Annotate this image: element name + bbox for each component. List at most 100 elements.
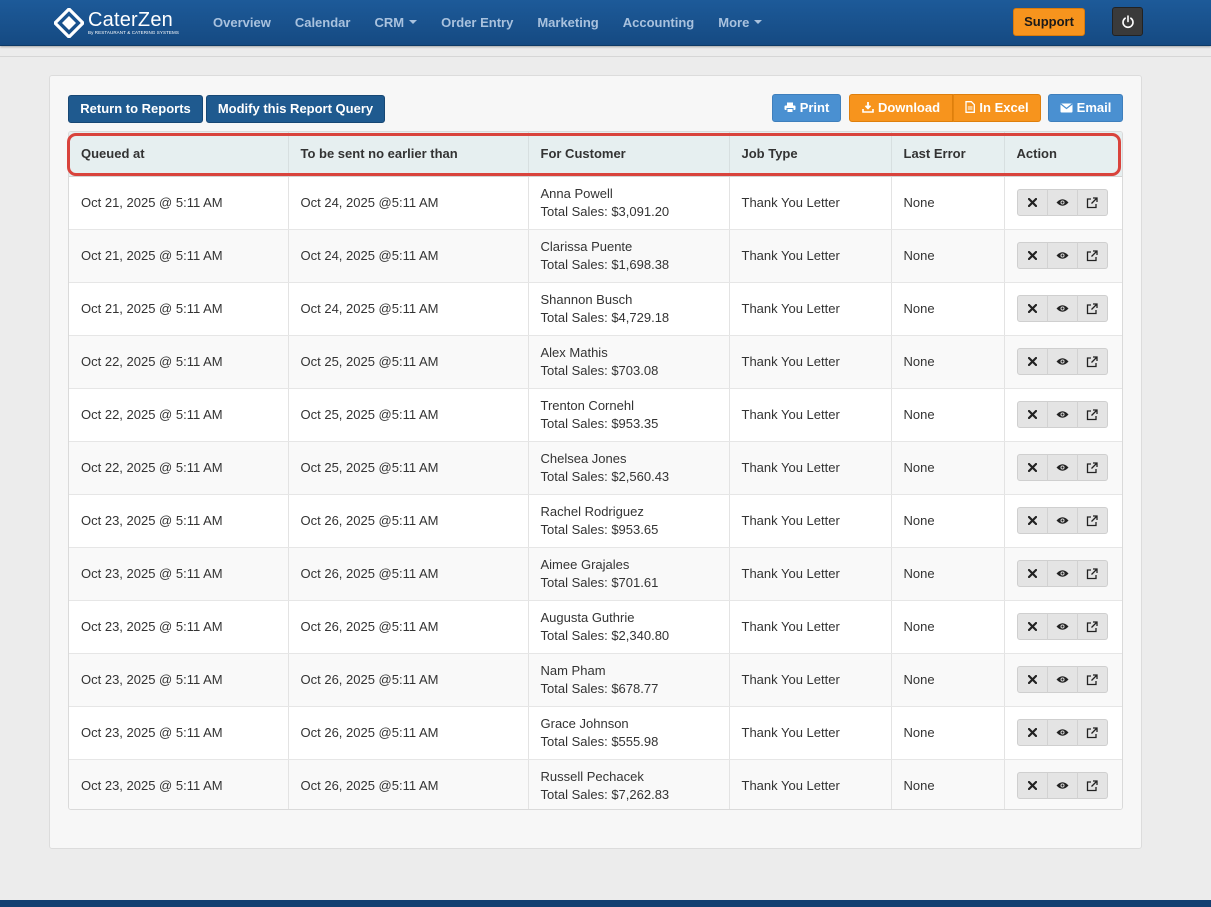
printer-icon: [784, 102, 796, 113]
power-icon: [1122, 15, 1134, 29]
view-button[interactable]: [1046, 189, 1078, 216]
customer-cell: Rachel Rodriguez Total Sales: $953.65: [528, 494, 730, 548]
open-button[interactable]: [1076, 560, 1108, 587]
print-button[interactable]: Print: [772, 94, 841, 122]
eye-icon: [1056, 570, 1068, 577]
column-header-action: Action: [1004, 132, 1122, 177]
view-button[interactable]: [1046, 666, 1078, 693]
delete-icon: [1027, 728, 1037, 737]
action-cell: [1004, 388, 1122, 442]
nav-overview[interactable]: Overview: [201, 15, 283, 30]
external-link-icon: [1086, 196, 1098, 208]
delete-button[interactable]: [1016, 295, 1048, 322]
nav-order-entry[interactable]: Order Entry: [429, 15, 525, 30]
eye-icon: [1056, 358, 1068, 365]
customer-cell: Alex Mathis Total Sales: $703.08: [528, 335, 730, 389]
logout-button[interactable]: [1112, 7, 1143, 36]
row-action-group: [1016, 242, 1108, 269]
return-to-reports-button[interactable]: Return to Reports: [68, 95, 203, 123]
delete-button[interactable]: [1016, 454, 1048, 481]
view-button[interactable]: [1046, 348, 1078, 375]
view-button[interactable]: [1046, 454, 1078, 481]
column-header-customer[interactable]: For Customer: [528, 132, 730, 177]
job-type-cell: Thank You Letter: [729, 600, 892, 654]
job-type-cell: Thank You Letter: [729, 282, 892, 336]
delete-button[interactable]: [1016, 507, 1048, 534]
delete-button[interactable]: [1016, 348, 1048, 375]
column-header-queued-at[interactable]: Queued at: [69, 132, 289, 177]
delete-button[interactable]: [1016, 719, 1048, 746]
customer-cell: Anna Powell Total Sales: $3,091.20: [528, 176, 730, 230]
nav-marketing[interactable]: Marketing: [525, 15, 610, 30]
logo-diamond-icon: [52, 6, 86, 40]
nav-label: CRM: [374, 14, 405, 30]
support-button[interactable]: Support: [1013, 8, 1085, 36]
customer-cell: Chelsea Jones Total Sales: $2,560.43: [528, 441, 730, 495]
delete-button[interactable]: [1016, 401, 1048, 428]
open-button[interactable]: [1076, 666, 1108, 693]
customer-cell: Nam Pham Total Sales: $678.77: [528, 653, 730, 707]
external-link-icon: [1086, 779, 1098, 791]
view-button[interactable]: [1046, 772, 1078, 799]
nav-label: Calendar: [294, 14, 351, 30]
download-button[interactable]: Download: [849, 94, 953, 122]
view-button[interactable]: [1046, 613, 1078, 640]
modify-report-query-button[interactable]: Modify this Report Query: [206, 95, 385, 123]
open-button[interactable]: [1076, 454, 1108, 481]
view-button[interactable]: [1046, 560, 1078, 587]
nav-accounting[interactable]: Accounting: [611, 15, 707, 30]
column-header-job-type[interactable]: Job Type: [729, 132, 892, 177]
open-button[interactable]: [1076, 189, 1108, 216]
action-cell: [1004, 600, 1122, 654]
table-row: Oct 21, 2025 @ 5:11 AM Oct 24, 2025 @5:1…: [69, 176, 1122, 230]
open-button[interactable]: [1076, 772, 1108, 799]
job-type-cell: Thank You Letter: [729, 388, 892, 442]
open-button[interactable]: [1076, 401, 1108, 428]
open-button[interactable]: [1076, 348, 1108, 375]
column-header-last-error[interactable]: Last Error: [891, 132, 1005, 177]
open-button[interactable]: [1076, 295, 1108, 322]
open-button[interactable]: [1076, 719, 1108, 746]
job-type-cell: Thank You Letter: [729, 441, 892, 495]
delete-button[interactable]: [1016, 242, 1048, 269]
delete-icon: [1027, 304, 1037, 313]
view-button[interactable]: [1046, 295, 1078, 322]
column-header-send-after[interactable]: To be sent no earlier than: [288, 132, 529, 177]
divider: [0, 56, 1211, 57]
delete-button[interactable]: [1016, 613, 1048, 640]
row-action-group: [1016, 401, 1108, 428]
customer-name: Chelsea Jones: [540, 450, 627, 466]
eye-icon: [1056, 199, 1068, 206]
view-button[interactable]: [1046, 719, 1078, 746]
action-cell: [1004, 653, 1122, 707]
delete-button[interactable]: [1016, 189, 1048, 216]
view-button[interactable]: [1046, 242, 1078, 269]
action-cell: [1004, 547, 1122, 601]
download-excel-button[interactable]: In Excel: [953, 94, 1041, 122]
delete-button[interactable]: [1016, 772, 1048, 799]
last-error-cell: None: [891, 335, 1005, 389]
delete-button[interactable]: [1016, 560, 1048, 587]
queued-at-cell: Oct 22, 2025 @ 5:11 AM: [69, 388, 289, 442]
open-button[interactable]: [1076, 613, 1108, 640]
table-row: Oct 23, 2025 @ 5:11 AM Oct 26, 2025 @5:1…: [69, 653, 1122, 707]
delete-button[interactable]: [1016, 666, 1048, 693]
email-button[interactable]: Email: [1048, 94, 1123, 122]
view-button[interactable]: [1046, 507, 1078, 534]
nav-label: More: [718, 14, 750, 30]
customer-name: Augusta Guthrie: [540, 609, 635, 625]
table-row: Oct 22, 2025 @ 5:11 AM Oct 25, 2025 @5:1…: [69, 335, 1122, 389]
nav-more[interactable]: More: [706, 15, 774, 30]
open-button[interactable]: [1076, 507, 1108, 534]
send-after-cell: Oct 26, 2025 @5:11 AM: [288, 706, 529, 760]
open-button[interactable]: [1076, 242, 1108, 269]
customer-total-sales: Total Sales: $703.08: [540, 362, 659, 378]
customer-total-sales: Total Sales: $555.98: [540, 733, 659, 749]
caterzen-logo[interactable]: CaterZen By RESTAURANT & CATERING SYSTEM…: [52, 6, 179, 40]
nav-calendar[interactable]: Calendar: [283, 15, 363, 30]
customer-cell: Grace Johnson Total Sales: $555.98: [528, 706, 730, 760]
view-button[interactable]: [1046, 401, 1078, 428]
send-after-cell: Oct 25, 2025 @5:11 AM: [288, 441, 529, 495]
nav-crm[interactable]: CRM: [362, 15, 429, 30]
action-cell: [1004, 229, 1122, 283]
